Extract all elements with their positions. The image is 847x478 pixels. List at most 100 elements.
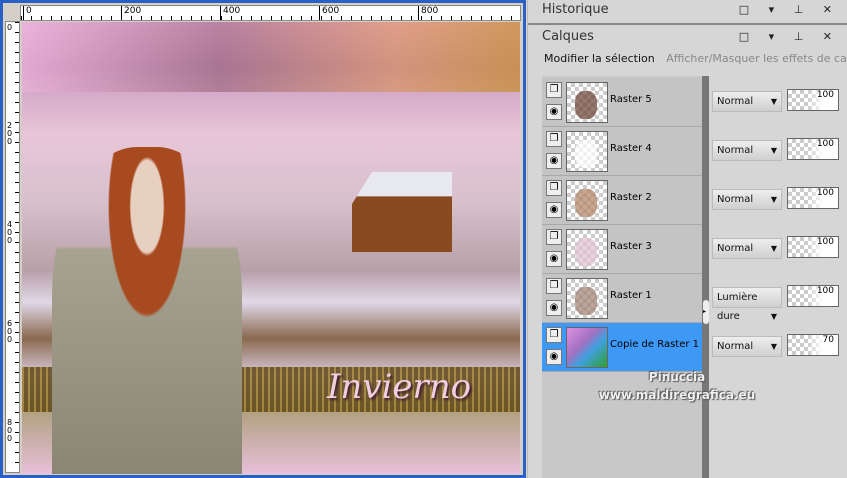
watermark-url: www.maldiregrafica.eu	[598, 388, 756, 402]
opacity-slider[interactable]: 100	[787, 285, 839, 307]
layer-group-icon[interactable]: ❐	[546, 229, 562, 245]
toggle-layer-effects-button[interactable]: Afficher/Masquer les effets de calque	[666, 52, 847, 65]
ruler-tick: 600	[319, 6, 339, 20]
layer-group-icon[interactable]: ❐	[546, 180, 562, 196]
blend-mode-value: Normal	[717, 96, 754, 107]
visibility-eye-icon[interactable]: ◉	[546, 104, 562, 120]
splitter-grip-icon[interactable]: ▸	[703, 300, 709, 324]
sky-art	[22, 22, 520, 92]
layer-name[interactable]: Raster 4	[610, 143, 652, 154]
layer-row[interactable]: ❐ ◉ Copie de Raster 1	[542, 323, 702, 372]
panel-controls-icon[interactable]: □ ▾ ⊥ ✕	[739, 3, 840, 16]
layer-properties: Normal ▼ 100	[710, 127, 847, 176]
layer-thumbnail	[566, 131, 608, 172]
woman-figure-art	[52, 147, 242, 474]
visibility-eye-icon[interactable]: ◉	[546, 300, 562, 316]
opacity-slider[interactable]: 100	[787, 187, 839, 209]
opacity-value: 100	[816, 90, 834, 100]
layer-group-icon[interactable]: ❐	[546, 327, 562, 343]
history-panel-header[interactable]: Historique □ ▾ ⊥ ✕	[528, 0, 847, 22]
image-window: 0 200 400 600 800 0 200 400 600 800 Invi…	[0, 0, 526, 478]
ruler-tick: 600	[7, 319, 13, 344]
layer-group-icon[interactable]: ❐	[546, 278, 562, 294]
layer-row[interactable]: ❐ ◉ Raster 2	[542, 176, 702, 225]
panel-divider[interactable]	[528, 23, 847, 25]
image-window-client: 0 200 400 600 800 0 200 400 600 800 Invi…	[3, 3, 523, 475]
layer-group-icon[interactable]: ❐	[546, 131, 562, 147]
visibility-eye-icon[interactable]: ◉	[546, 202, 562, 218]
chevron-down-icon: ▼	[770, 97, 777, 106]
layer-thumbnail	[566, 82, 608, 123]
chevron-down-icon: ▼	[770, 244, 777, 253]
chevron-down-icon: ▼	[770, 342, 777, 351]
opacity-value: 100	[816, 286, 834, 296]
layer-properties: Lumière dure ▼ 100	[710, 274, 847, 323]
ruler-tick: 400	[7, 220, 13, 245]
layer-thumbnail	[566, 180, 608, 221]
layer-thumbnail	[566, 229, 608, 270]
ruler-tick: 200	[121, 6, 141, 20]
layers-title: Calques	[542, 29, 594, 44]
layer-thumbnail	[566, 327, 608, 368]
opacity-slider[interactable]: 70	[787, 334, 839, 356]
history-title: Historique	[542, 2, 609, 17]
layers-toolbar: Modifier la sélection Afficher/Masquer l…	[544, 52, 847, 65]
layer-properties: Normal ▼ 100	[710, 78, 847, 127]
horizontal-ruler: 0 200 400 600 800	[20, 5, 521, 21]
layer-group-icon[interactable]: ❐	[546, 82, 562, 98]
layer-row[interactable]: ❐ ◉ Raster 1	[542, 274, 702, 323]
cabin-art	[352, 172, 452, 252]
ruler-tick: 0	[7, 23, 13, 32]
blend-mode-dropdown[interactable]: Normal ▼	[712, 238, 782, 259]
visibility-eye-icon[interactable]: ◉	[546, 251, 562, 267]
blend-mode-value: Normal	[717, 243, 754, 254]
blend-mode-value: Lumière dure	[717, 292, 758, 322]
chevron-down-icon: ▼	[770, 195, 777, 204]
layer-name[interactable]: Raster 5	[610, 94, 652, 105]
visibility-eye-icon[interactable]: ◉	[546, 349, 562, 365]
layer-name[interactable]: Raster 1	[610, 290, 652, 301]
layer-properties: Normal ▼ 70	[710, 323, 847, 372]
blend-mode-dropdown[interactable]: Normal ▼	[712, 189, 782, 210]
panel-controls-icon[interactable]: □ ▾ ⊥ ✕	[739, 30, 840, 43]
blend-mode-dropdown[interactable]: Normal ▼	[712, 140, 782, 161]
modify-selection-button[interactable]: Modifier la sélection	[544, 52, 655, 65]
blend-mode-value: Normal	[717, 194, 754, 205]
chevron-down-icon: ▼	[770, 146, 777, 155]
opacity-slider[interactable]: 100	[787, 138, 839, 160]
layer-name[interactable]: Copie de Raster 1	[610, 339, 699, 350]
layer-row[interactable]: ❐ ◉ Raster 5	[542, 78, 702, 127]
ruler-tick: 200	[7, 121, 13, 146]
opacity-slider[interactable]: 100	[787, 89, 839, 111]
layer-row[interactable]: ❐ ◉ Raster 4	[542, 127, 702, 176]
layer-properties: Normal ▼ 100	[710, 176, 847, 225]
splitter-bar[interactable]	[702, 76, 709, 478]
image-canvas[interactable]: Invierno	[22, 22, 520, 474]
blend-mode-dropdown[interactable]: Normal ▼	[712, 336, 782, 357]
opacity-value: 100	[816, 237, 834, 247]
ruler-tick: 400	[220, 6, 240, 20]
side-panel: Historique □ ▾ ⊥ ✕ Calques □ ▾ ⊥ ✕ Modif…	[527, 0, 847, 478]
opacity-value: 100	[816, 188, 834, 198]
layers-panel-header[interactable]: Calques □ ▾ ⊥ ✕	[528, 27, 847, 49]
blend-mode-value: Normal	[717, 145, 754, 156]
blend-mode-value: Normal	[717, 341, 754, 352]
layer-properties: Normal ▼ 100	[710, 225, 847, 274]
layer-name[interactable]: Raster 3	[610, 241, 652, 252]
vertical-ruler: 0 200 400 600 800	[5, 21, 20, 473]
opacity-value: 100	[816, 139, 834, 149]
layer-thumbnail	[566, 278, 608, 319]
blend-mode-dropdown[interactable]: Lumière dure ▼	[712, 287, 782, 322]
layer-row[interactable]: ❐ ◉ Raster 3	[542, 225, 702, 274]
visibility-eye-icon[interactable]: ◉	[546, 153, 562, 169]
watermark: Pinuccia www.maldiregrafica.eu	[582, 368, 772, 404]
ruler-tick: 800	[7, 418, 13, 443]
opacity-value: 70	[822, 335, 834, 345]
watermark-name: Pinuccia	[648, 370, 706, 384]
ruler-tick: 800	[418, 6, 438, 20]
ruler-tick: 0	[23, 6, 32, 20]
opacity-slider[interactable]: 100	[787, 236, 839, 258]
layer-name[interactable]: Raster 2	[610, 192, 652, 203]
artwork-title: Invierno	[327, 367, 472, 407]
blend-mode-dropdown[interactable]: Normal ▼	[712, 91, 782, 112]
